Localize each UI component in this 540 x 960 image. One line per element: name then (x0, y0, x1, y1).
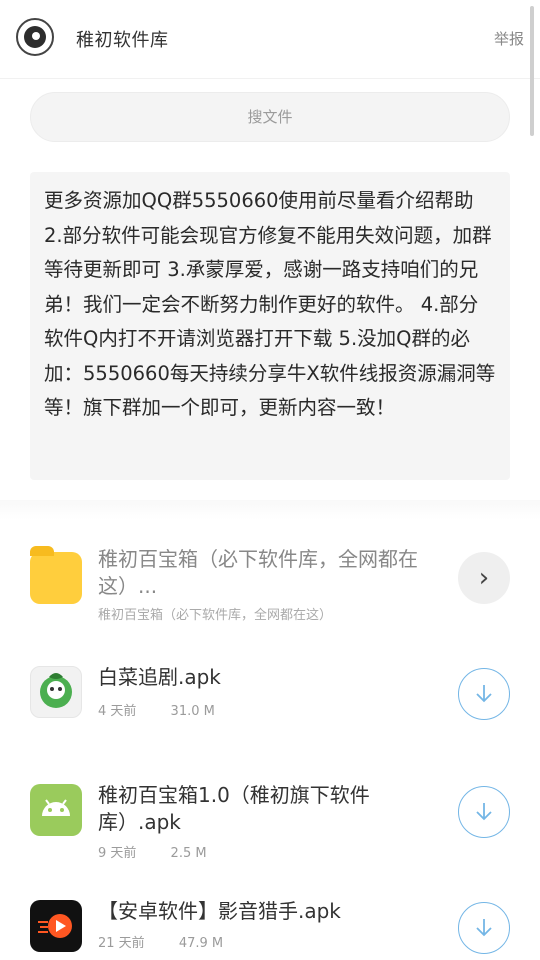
cabbage-app-icon (30, 666, 82, 718)
download-icon[interactable] (458, 668, 510, 720)
android-app-icon (30, 784, 82, 836)
folder-icon (30, 546, 82, 604)
file-size: 2.5 M (170, 846, 207, 861)
file-meta: 21 天前 47.9 M (98, 932, 223, 951)
file-size: 47.9 M (178, 936, 224, 951)
file-row[interactable]: 【安卓软件】影音猎手.apk 21 天前 47.9 M (0, 896, 540, 960)
chevron-right-icon[interactable]: › (458, 552, 510, 604)
section-divider (0, 500, 540, 520)
folder-name: 稚初百宝箱（必下软件库，全网都在这）... (98, 547, 418, 598)
folder-row[interactable]: 稚初百宝箱（必下软件库，全网都在这）... 稚初百宝箱（必下软件库，全网都在这）… (0, 536, 540, 636)
file-row[interactable]: 稚初百宝箱1.0（稚初旗下软件库）.apk 9 天前 2.5 M (0, 782, 540, 872)
site-logo-icon[interactable] (16, 18, 54, 56)
file-row[interactable]: 白菜追剧.apk 4 天前 31.0 M (0, 664, 540, 734)
file-age: 4 天前 (98, 704, 137, 719)
folder-subtitle: 稚初百宝箱（必下软件库，全网都在这） (98, 608, 333, 623)
header-bar: 稚初软件库 举报 (0, 0, 540, 79)
file-size: 31.0 M (170, 704, 215, 719)
report-link[interactable]: 举报 (494, 28, 524, 49)
site-title: 稚初软件库 (76, 30, 169, 51)
scrollbar-thumb[interactable] (530, 6, 534, 136)
file-age: 9 天前 (98, 846, 137, 861)
file-meta: 4 天前 31.0 M (98, 700, 215, 719)
file-age: 21 天前 (98, 936, 145, 951)
download-icon[interactable] (458, 902, 510, 954)
notice-text: 更多资源加QQ群5550660使用前尽量看介绍帮助 2.部分软件可能会现官方修复… (30, 172, 510, 480)
search-input[interactable]: 搜文件 (30, 92, 510, 142)
file-meta: 9 天前 2.5 M (98, 842, 207, 861)
file-name: 【安卓软件】影音猎手.apk (98, 899, 341, 923)
video-app-icon (30, 900, 82, 952)
file-name: 白菜追剧.apk (98, 665, 221, 689)
file-name: 稚初百宝箱1.0（稚初旗下软件库）.apk (98, 783, 370, 834)
download-icon[interactable] (458, 786, 510, 838)
